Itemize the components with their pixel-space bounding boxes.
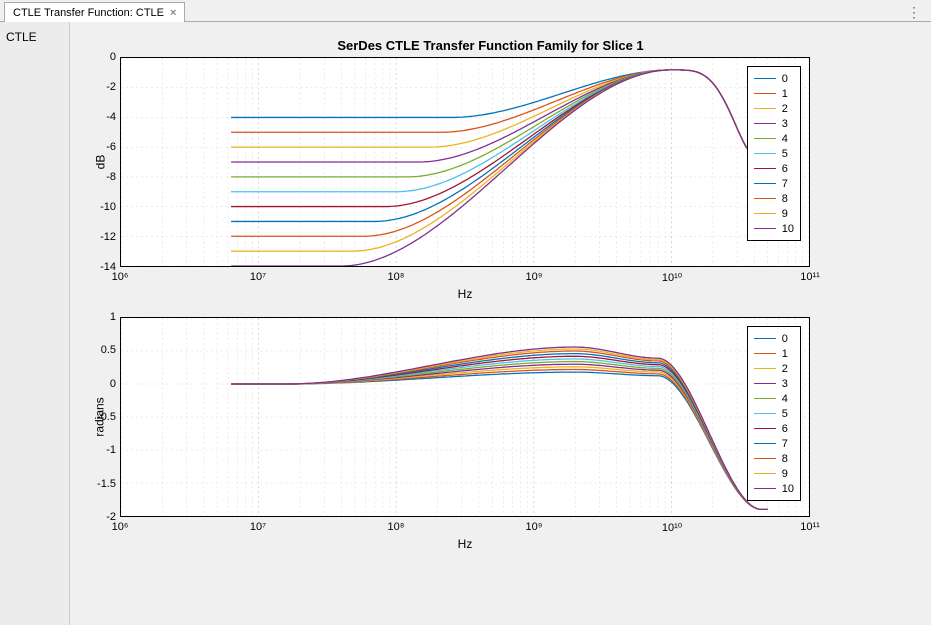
kebab-menu-icon[interactable]: ⋮: [897, 4, 931, 21]
xlabel-bot: Hz: [120, 537, 810, 551]
close-icon[interactable]: ×: [170, 3, 176, 23]
legend-entry[interactable]: 7: [754, 176, 794, 191]
legend-entry[interactable]: 8: [754, 451, 794, 466]
legend-entry[interactable]: 7: [754, 436, 794, 451]
legend-entry[interactable]: 2: [754, 101, 794, 116]
xticks-top: 10⁶10⁷10⁸10⁹10¹⁰10¹¹: [120, 271, 810, 287]
legend-entry[interactable]: 9: [754, 206, 794, 221]
yticks-bot: 10.50-0.5-1-1.5-2: [86, 317, 116, 517]
xlabel-top: Hz: [120, 287, 810, 301]
sidebar-item-ctle[interactable]: CTLE: [6, 30, 63, 44]
tab-strip: CTLE Transfer Function: CTLE × ⋮: [0, 0, 931, 22]
legend-entry[interactable]: 8: [754, 191, 794, 206]
axes-magnitude[interactable]: 012345678910: [120, 57, 810, 267]
yticks-top: 0-2-4-6-8-10-12-14: [86, 57, 116, 267]
legend-entry[interactable]: 4: [754, 391, 794, 406]
legend-entry[interactable]: 5: [754, 406, 794, 421]
legend-entry[interactable]: 1: [754, 346, 794, 361]
legend-entry[interactable]: 4: [754, 131, 794, 146]
legend-top[interactable]: 012345678910: [747, 66, 801, 241]
legend-entry[interactable]: 3: [754, 376, 794, 391]
legend-entry[interactable]: 10: [754, 481, 794, 496]
axes-phase[interactable]: 012345678910: [120, 317, 810, 517]
sidebar: CTLE: [0, 22, 70, 625]
figure-panel: ↖ SerDes CTLE Transfer Function Family f…: [70, 22, 931, 625]
legend-entry[interactable]: 5: [754, 146, 794, 161]
legend-entry[interactable]: 3: [754, 116, 794, 131]
tab-ctle-transfer[interactable]: CTLE Transfer Function: CTLE ×: [4, 2, 185, 22]
legend-entry[interactable]: 2: [754, 361, 794, 376]
legend-entry[interactable]: 1: [754, 86, 794, 101]
legend-entry[interactable]: 6: [754, 421, 794, 436]
legend-entry[interactable]: 0: [754, 71, 794, 86]
legend-entry[interactable]: 0: [754, 331, 794, 346]
legend-bot[interactable]: 012345678910: [747, 326, 801, 501]
xticks-bot: 10⁶10⁷10⁸10⁹10¹⁰10¹¹: [120, 521, 810, 537]
legend-entry[interactable]: 10: [754, 221, 794, 236]
legend-entry[interactable]: 6: [754, 161, 794, 176]
chart-title: SerDes CTLE Transfer Function Family for…: [80, 38, 901, 53]
tab-label: CTLE Transfer Function: CTLE: [13, 3, 164, 23]
legend-entry[interactable]: 9: [754, 466, 794, 481]
